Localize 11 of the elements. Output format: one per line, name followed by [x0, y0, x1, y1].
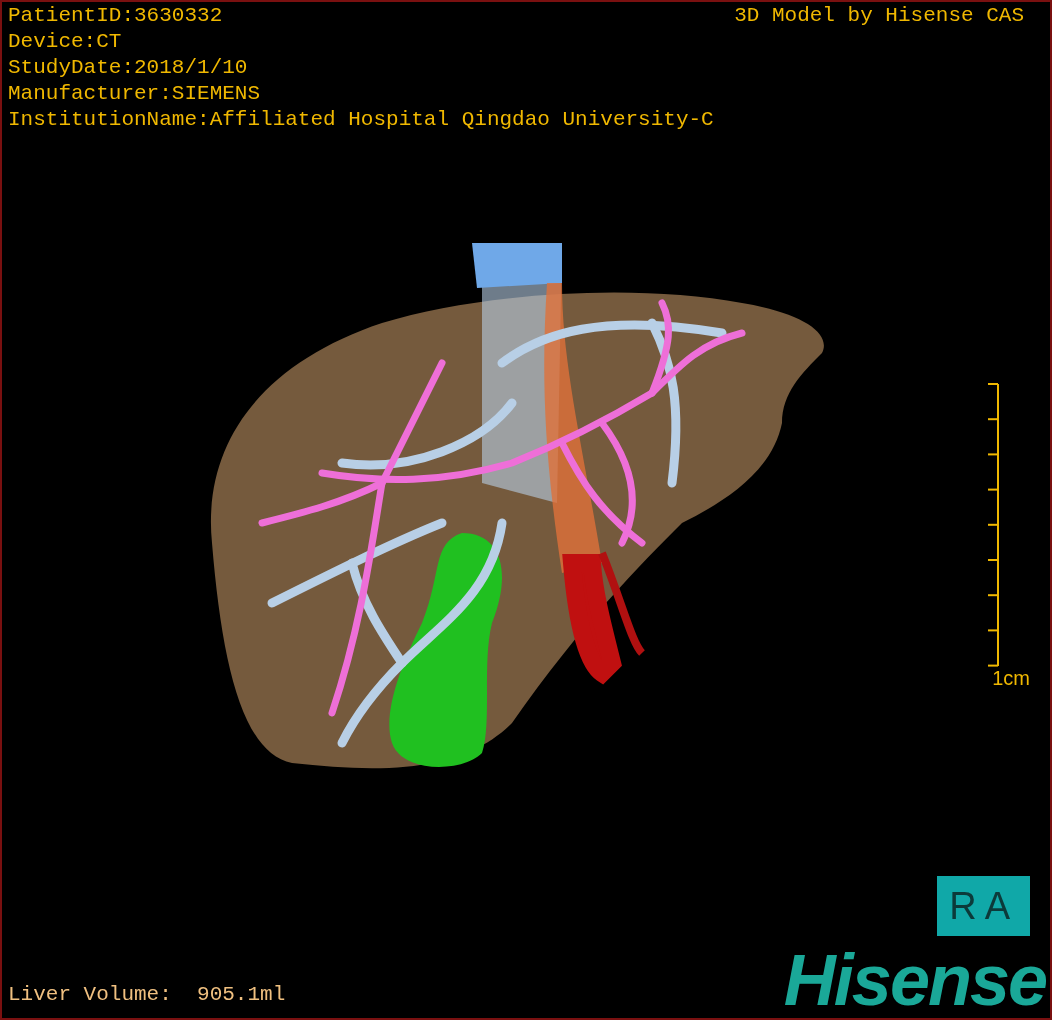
info-text: Manufacturer:SIEMENS	[8, 81, 262, 107]
info-text: PatientID:3630332	[8, 3, 224, 29]
info-text: StudyDate:2018/1/10	[8, 55, 249, 81]
orientation-label: RA	[937, 876, 1030, 936]
info-text: InstitutionName:Affiliated Hospital Qingdao University-C	[8, 107, 714, 133]
info-text: Device:CT	[8, 29, 123, 55]
brand-logo: Hisense	[783, 948, 1047, 1012]
scale-bar-icon	[986, 383, 1000, 667]
viewer-title: 3D Model by Hisense CAS	[734, 3, 1025, 29]
liver-volume-text: Liver Volume: 905.1ml	[7, 982, 286, 1008]
scale-label: 1cm	[992, 667, 1031, 689]
